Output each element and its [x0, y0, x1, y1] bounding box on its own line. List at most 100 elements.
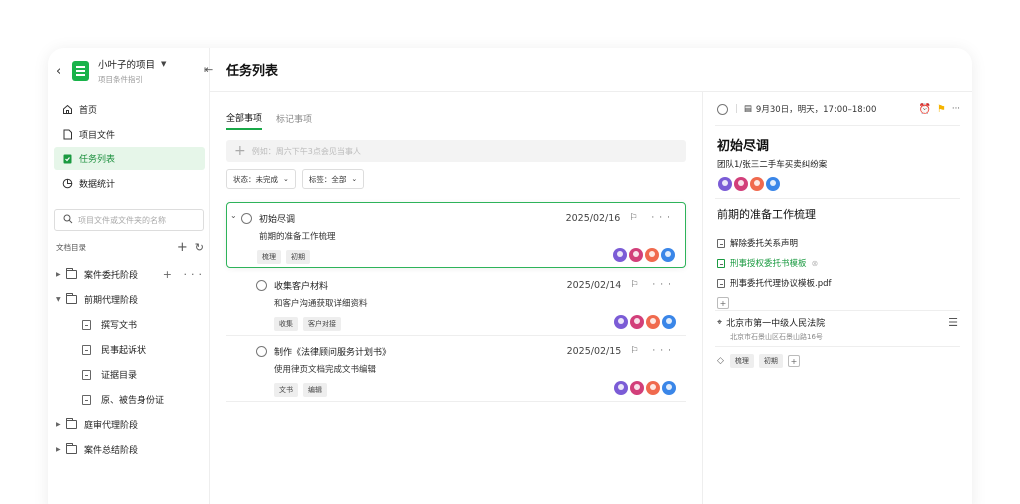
task-checkbox[interactable]	[241, 212, 252, 224]
folder-icon	[66, 268, 77, 279]
tab-marked[interactable]: 标记事项	[276, 106, 312, 130]
tag[interactable]: 初期	[758, 354, 783, 368]
due-date[interactable]: 9月30日，明天，17:00–18:00	[756, 103, 876, 115]
document-icon	[717, 238, 725, 248]
sidebar-item-stats[interactable]: 数据统计	[54, 172, 205, 195]
divider	[715, 125, 960, 126]
sidebar-item-tasks[interactable]: 任务列表	[54, 147, 205, 170]
task-card[interactable]: 制作《法律顾问服务计划书》 2025/02/15 ⚐ ··· 使用律页文档完成文…	[226, 336, 686, 402]
task-card[interactable]: 收集客户材料 2025/02/14 ⚐ ··· 和客户沟通获取详细资料 收集 客…	[226, 270, 686, 336]
quick-add-input[interactable]: + 例如：周六下午3点会见当事人	[226, 140, 686, 162]
avatar[interactable]	[662, 315, 676, 329]
sidebar-item-home[interactable]: 首页	[54, 98, 205, 121]
avatar[interactable]	[613, 248, 627, 262]
task-checkbox[interactable]	[256, 345, 267, 357]
task-checkbox[interactable]	[717, 103, 728, 115]
chevron-right-icon[interactable]: ▶	[56, 446, 66, 453]
task-description: 和客户沟通获取详细资料	[274, 299, 368, 309]
avatar[interactable]	[645, 248, 659, 262]
avatar[interactable]	[766, 177, 780, 191]
avatar[interactable]	[629, 248, 643, 262]
tree-label: 证据目录	[101, 371, 138, 381]
refresh-icon[interactable]: ↻	[195, 241, 204, 254]
sidebar-item-files[interactable]: 项目文件	[54, 123, 205, 146]
file-link[interactable]: 解除委托关系声明	[717, 233, 832, 253]
task-list: ⌄ 初始尽调 2025/02/16 ⚐ ··· 前期的准备工作梳理 梳理 初期	[226, 202, 686, 402]
file-link[interactable]: 刑事委托代理协议模板.pdf	[717, 273, 832, 293]
remove-icon[interactable]: ⊗	[812, 259, 819, 268]
tag: 编辑	[303, 383, 327, 397]
task-card[interactable]: ⌄ 初始尽调 2025/02/16 ⚐ ··· 前期的准备工作梳理 梳理 初期	[226, 202, 686, 268]
task-description: 前期的准备工作梳理	[259, 232, 336, 242]
location[interactable]: ⌖ 北京市第一中级人民法院 ☰ 北京市石景山区石景山路16号	[717, 316, 958, 342]
more-icon[interactable]: ···	[651, 213, 675, 223]
tree-doc[interactable]: 民事起诉状	[56, 337, 206, 362]
divider	[715, 310, 960, 311]
tree-label: 原、被告身份证	[101, 396, 165, 406]
avatar[interactable]	[661, 248, 675, 262]
search-icon	[63, 214, 73, 226]
tree-folder[interactable]: ▼ 前期代理阶段	[56, 287, 206, 312]
chevron-down-icon[interactable]: ▼	[161, 60, 166, 68]
tree-folder[interactable]: ▶ 案件总结阶段	[56, 437, 206, 462]
page-title: 任务列表	[226, 64, 279, 79]
assignee-avatars	[716, 177, 780, 191]
sidebar-item-label: 任务列表	[79, 155, 116, 165]
detail-tags: ◇ 梳理 初期 +	[717, 354, 800, 368]
detail-description[interactable]: 前期的准备工作梳理	[717, 206, 816, 222]
tree-folder[interactable]: ▶ 庭审代理阶段	[56, 412, 206, 437]
more-icon[interactable]: ···	[652, 346, 676, 356]
avatar[interactable]	[662, 381, 676, 395]
tree-folder[interactable]: ▶ 案件委托阶段 + ···	[56, 262, 206, 287]
avatar[interactable]	[630, 315, 644, 329]
add-icon[interactable]: +	[177, 240, 188, 255]
project-switcher[interactable]: ‹ 小叶子的项目 ▼ 项目条件指引	[56, 55, 206, 87]
add-file-button[interactable]: +	[717, 297, 729, 309]
document-icon	[82, 344, 91, 355]
avatar[interactable]	[750, 177, 764, 191]
avatar[interactable]	[718, 177, 732, 191]
list-icon[interactable]: ☰	[948, 316, 958, 329]
tree-doc[interactable]: 证据目录	[56, 362, 206, 387]
task-description: 使用律页文档完成文书编辑	[274, 365, 377, 375]
project-name: 小叶子的项目	[98, 60, 156, 71]
detail-case: 团队1/张三二手车买卖纠纷案	[717, 160, 828, 170]
chevron-down-icon[interactable]: ▼	[56, 296, 66, 303]
tag[interactable]: 梳理	[729, 354, 754, 368]
collapse-sidebar-icon[interactable]: ⇤	[204, 63, 216, 76]
calendar-icon: ▤	[743, 104, 752, 114]
flag-icon[interactable]: ⚑	[937, 104, 946, 115]
more-icon[interactable]: ···	[652, 280, 676, 290]
search-input[interactable]: 项目文件或文件夹的名称	[54, 209, 204, 231]
avatar[interactable]	[630, 381, 644, 395]
flag-icon[interactable]: ⚐	[630, 280, 643, 290]
chevron-down-icon[interactable]: ⌄	[230, 211, 237, 220]
file-link[interactable]: 刑事授权委托书模板 ⊗	[717, 253, 832, 273]
flag-icon[interactable]: ⚐	[630, 346, 643, 356]
task-tabs: 全部事项 标记事项	[226, 106, 326, 132]
tag: 收集	[274, 317, 298, 331]
flag-icon[interactable]: ⚐	[629, 213, 642, 223]
tree-doc[interactable]: 原、被告身份证	[56, 387, 206, 412]
tab-all[interactable]: 全部事项	[226, 106, 263, 130]
back-icon[interactable]: ‹	[56, 64, 68, 79]
chevron-right-icon[interactable]: ▶	[56, 271, 66, 278]
tree-label: 撰写文书	[101, 321, 138, 331]
detail-title[interactable]: 初始尽调	[717, 135, 769, 154]
avatar[interactable]	[646, 315, 660, 329]
avatar[interactable]	[646, 381, 660, 395]
tree-doc[interactable]: 撰写文书	[56, 312, 206, 337]
alarm-icon[interactable]: ⏰	[918, 104, 930, 115]
avatar[interactable]	[734, 177, 748, 191]
app-window: ‹ 小叶子的项目 ▼ 项目条件指引 首页 项目文件 任务列表 数据统计 项目文件…	[48, 48, 972, 504]
location-name: 北京市第一中级人民法院	[726, 319, 826, 329]
avatar[interactable]	[614, 381, 628, 395]
add-tag-button[interactable]: +	[787, 355, 800, 367]
more-icon[interactable]: ···	[952, 104, 960, 114]
status-filter[interactable]: 状态：未完成 ⌄	[226, 169, 296, 189]
folder-actions-icon[interactable]: + ···	[163, 268, 206, 281]
task-checkbox[interactable]	[256, 279, 267, 291]
chevron-right-icon[interactable]: ▶	[56, 421, 66, 428]
tag-filter[interactable]: 标签：全部 ⌄	[301, 169, 365, 189]
avatar[interactable]	[614, 315, 628, 329]
